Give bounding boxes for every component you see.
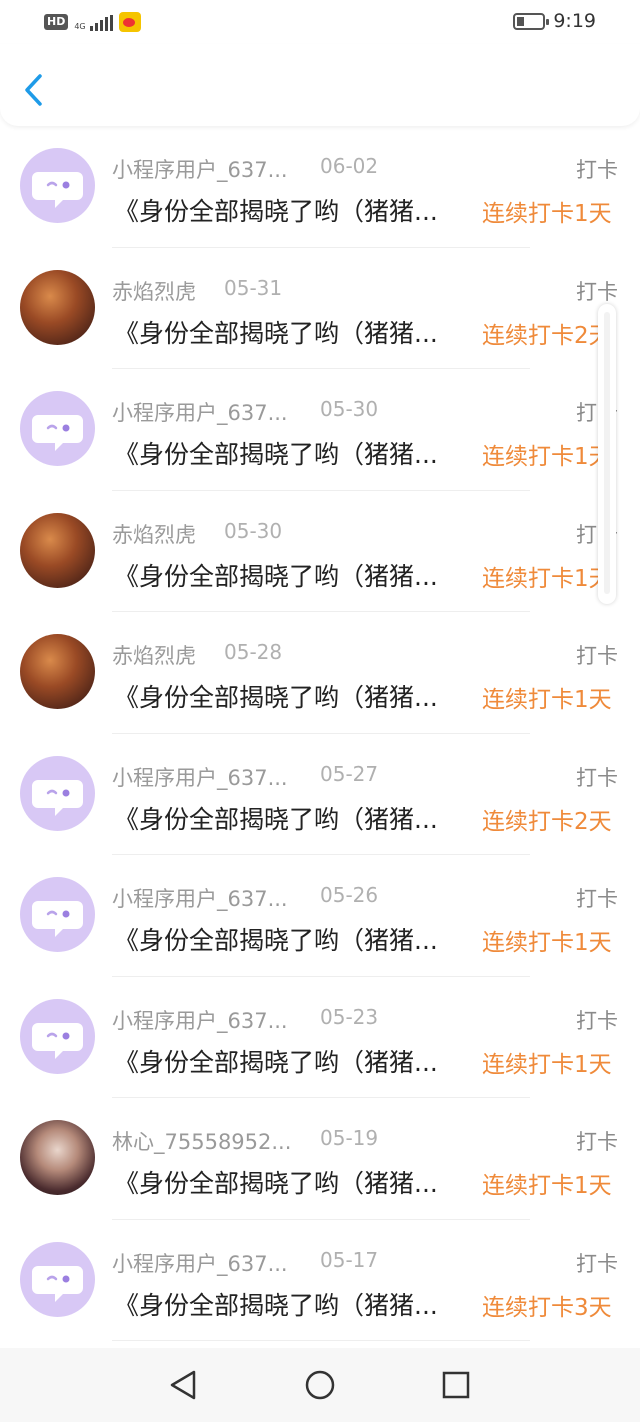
checkin-date: 05-30 xyxy=(320,397,379,421)
checkin-type: 打卡 xyxy=(576,1251,618,1276)
list-item[interactable]: 赤焰烈虎 05-28 打卡《身份全部揭晓了哟（猪猪... 连续打卡1天 xyxy=(0,612,640,734)
avatar[interactable] xyxy=(20,1241,95,1317)
streak-label: 连续打卡1天 xyxy=(482,1173,612,1199)
streak-label: 连续打卡1天 xyxy=(482,444,612,470)
list-item[interactable]: 小程序用户_637... 05-27 打卡《身份全部揭晓了哟（猪猪... 连续打卡2天 xyxy=(0,734,640,855)
checkin-type: 打卡 xyxy=(576,765,618,790)
checkin-date: 05-31 xyxy=(224,275,283,300)
checkin-type: 打卡 xyxy=(576,158,618,182)
back-button[interactable] xyxy=(18,70,50,110)
checkin-type: 打卡 xyxy=(576,1130,618,1154)
avatar[interactable] xyxy=(20,1120,95,1195)
checkin-date: 05-27 xyxy=(320,761,379,786)
article-title: 《身份全部揭晓了哟（猪猪... xyxy=(114,197,438,226)
article-title: 《身份全部揭晓了哟（猪猪... xyxy=(114,440,438,469)
list-item[interactable]: 小程序用户_637... 06-02 打卡《身份全部揭晓了哟（猪猪... 连续打卡1天 xyxy=(0,126,640,248)
user-name: 小程序用户_637... xyxy=(112,158,288,182)
article-title: 《身份全部揭晓了哟（猪猪... xyxy=(114,561,438,591)
streak-label: 连续打卡2天 xyxy=(482,322,612,349)
user-name: 小程序用户_637... xyxy=(112,1008,288,1033)
system-nav-bar xyxy=(0,1348,640,1422)
checkin-date: 05-23 xyxy=(320,1004,379,1029)
article-title: 《身份全部揭晓了哟（猪猪... xyxy=(114,926,438,955)
avatar[interactable] xyxy=(20,148,95,223)
checkin-date: 05-19 xyxy=(320,1126,379,1150)
avatar[interactable] xyxy=(20,877,95,952)
article-title: 《身份全部揭晓了哟（猪猪... xyxy=(114,1169,438,1198)
hd-badge: HD xyxy=(44,14,69,30)
checkin-type: 打卡 xyxy=(576,1008,618,1033)
scroll-thumb[interactable] xyxy=(604,312,610,594)
article-title: 《身份全部揭晓了哟（猪猪... xyxy=(114,683,438,712)
status-bar: HD 4G 9:19 xyxy=(0,0,640,44)
list-item[interactable]: 小程序用户_637... 05-30 打卡 《身份全部揭晓了哟（猪猪... 连续打卡1天 xyxy=(0,369,640,491)
streak-label: 连续打卡3天 xyxy=(482,1294,612,1321)
checkin-date: 06-02 xyxy=(320,154,379,178)
checkin-date: 05-17 xyxy=(320,1247,379,1272)
user-name: 赤焰烈虎 xyxy=(112,644,196,668)
battery-icon xyxy=(513,12,550,30)
avatar[interactable] xyxy=(20,755,95,831)
weibo-notification-icon xyxy=(118,12,141,32)
article-title: 《身份全部揭晓了哟（猪猪... xyxy=(114,1047,438,1077)
status-right: 9:19 xyxy=(513,10,596,32)
avatar[interactable] xyxy=(20,512,95,588)
streak-label: 连续打卡1天 xyxy=(482,1051,612,1078)
user-name: 林心_75558952... xyxy=(112,1130,292,1154)
user-name: 小程序用户_637... xyxy=(112,765,288,790)
article-title: 《身份全部揭晓了哟（猪猪... xyxy=(114,318,438,348)
chevron-left-icon xyxy=(25,74,42,106)
list-item[interactable]: 林心_75558952... 05-19 打卡《身份全部揭晓了哟（猪猪... 连续打卡… xyxy=(0,1098,640,1220)
scrollbar[interactable] xyxy=(598,304,616,604)
status-time: 9:19 xyxy=(553,10,596,32)
avatar[interactable] xyxy=(20,634,95,709)
user-name: 小程序用户_637... xyxy=(112,887,288,911)
triangle-back-icon[interactable] xyxy=(166,1367,202,1403)
streak-label: 连续打卡1天 xyxy=(482,565,612,592)
avatar[interactable] xyxy=(20,998,95,1074)
user-name: 赤焰烈虎 xyxy=(112,522,196,547)
checkin-date: 05-28 xyxy=(224,640,283,664)
circle-home-icon[interactable] xyxy=(302,1367,338,1403)
list-item[interactable]: 小程序用户_637... 05-17 打卡《身份全部揭晓了哟（猪猪... 连续打卡3天 xyxy=(0,1220,640,1341)
signal-indicator: 4G xyxy=(74,13,113,31)
list-item[interactable]: 赤焰烈虎 05-30 打卡 《身份全部揭晓了哟（猪猪... 连续打卡1天 xyxy=(0,491,640,612)
user-name: 小程序用户_637... xyxy=(112,401,288,425)
row-divider xyxy=(112,1340,530,1341)
checkin-date: 05-26 xyxy=(320,883,379,907)
signal-bars-icon xyxy=(89,15,113,31)
list-item[interactable]: 小程序用户_637... 05-26 打卡《身份全部揭晓了哟（猪猪... 连续打卡1天 xyxy=(0,855,640,977)
list-item[interactable]: 赤焰烈虎 05-31 打卡《身份全部揭晓了哟（猪猪... 连续打卡2天 xyxy=(0,248,640,369)
article-title: 《身份全部揭晓了哟（猪猪... xyxy=(114,804,438,834)
streak-label: 连续打卡1天 xyxy=(482,687,612,713)
user-name: 赤焰烈虎 xyxy=(112,279,196,304)
avatar[interactable] xyxy=(20,269,95,345)
checkin-type: 打卡 xyxy=(576,644,618,668)
article-title: 《身份全部揭晓了哟（猪猪... xyxy=(114,1290,438,1320)
avatar[interactable] xyxy=(20,391,95,466)
network-type-label: 4G xyxy=(74,22,86,31)
status-left: HD 4G xyxy=(44,12,141,32)
checkin-date: 05-30 xyxy=(224,518,283,543)
user-name: 小程序用户_637... xyxy=(112,1251,288,1276)
streak-label: 连续打卡1天 xyxy=(482,201,612,227)
streak-label: 连续打卡2天 xyxy=(482,808,612,835)
list-item[interactable]: 小程序用户_637... 05-23 打卡《身份全部揭晓了哟（猪猪... 连续打卡1天 xyxy=(0,977,640,1098)
square-recents-icon[interactable] xyxy=(438,1367,474,1403)
checkin-type: 打卡 xyxy=(576,279,618,304)
streak-label: 连续打卡1天 xyxy=(482,930,612,956)
app-header xyxy=(0,44,640,126)
checkin-type: 打卡 xyxy=(576,887,618,911)
checkin-list[interactable]: 小程序用户_637... 06-02 打卡 《身份全部揭晓了哟（猪猪... 连续打卡1天… xyxy=(0,126,640,1348)
